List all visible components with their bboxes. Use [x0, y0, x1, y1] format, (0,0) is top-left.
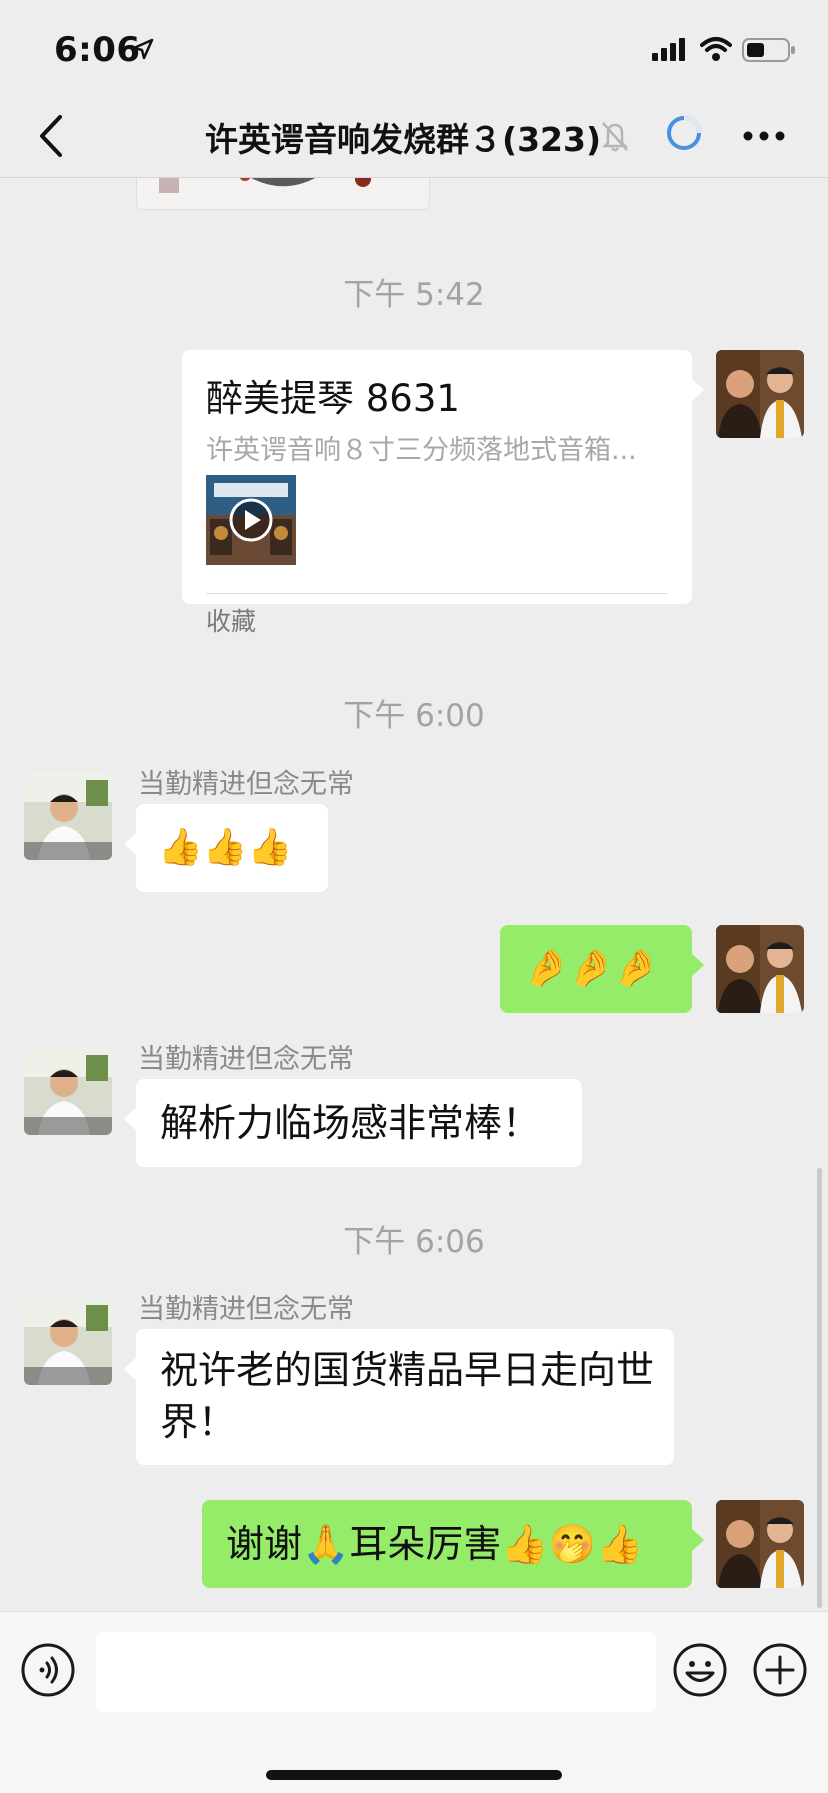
input-bar — [0, 1611, 828, 1793]
message-bubble[interactable]: 👍👍👍 — [124, 804, 328, 892]
shared-favorite-card[interactable]: 醉美提琴 8631 许英谔音响８寸三分频落地式音箱... 收藏 — [182, 350, 704, 636]
message-bubble-outgoing[interactable]: 谢谢🙏耳朵厉害👍🤭👍 — [202, 1500, 704, 1588]
avatar-photo — [716, 1500, 804, 1588]
status-time: 6:06 — [54, 30, 141, 70]
voice-icon — [21, 1643, 75, 1697]
my-avatar[interactable] — [716, 350, 804, 438]
avatar-photo — [24, 1047, 112, 1135]
avatar-photo — [24, 1297, 112, 1385]
loading-spinner-icon — [667, 116, 701, 150]
message-input[interactable] — [96, 1632, 656, 1712]
message-bubble[interactable]: 解析力临场感非常棒！ — [124, 1079, 582, 1167]
cellular-signal-icon — [652, 38, 685, 61]
image-message-partial[interactable] — [136, 178, 430, 210]
message-bubble-outgoing[interactable]: 🤌🤌🤌 — [500, 925, 704, 1013]
card-title: 醉美提琴 8631 — [206, 377, 460, 420]
card-footer: 收藏 — [206, 607, 257, 636]
message-text: 祝许老的国货精品早日走向世界！ — [160, 1348, 655, 1444]
message-bubble[interactable]: 祝许老的国货精品早日走向世界！ — [124, 1329, 674, 1465]
sender-name: 当勤精进但念无常 — [138, 769, 354, 800]
chat-area[interactable]: 下午 5:42 醉美提琴 8631 许英谔音响８寸三分频落地式音箱... 收藏 — [0, 178, 828, 1611]
chevron-left-icon — [40, 115, 62, 157]
card-divider — [206, 593, 668, 594]
message-text: 谢谢🙏耳朵厉害👍🤭👍 — [226, 1522, 644, 1566]
sender-avatar[interactable] — [24, 1297, 112, 1385]
more-dots-icon — [743, 131, 785, 141]
sender-name: 当勤精进但念无常 — [138, 1044, 354, 1075]
muted-bell-icon — [601, 122, 629, 152]
chat-title: 许英谔音响发烧群３(323) — [205, 120, 602, 159]
chat-scrollbar[interactable] — [817, 1168, 822, 1608]
video-thumbnail-image — [206, 475, 296, 565]
message-text: 👍👍👍 — [158, 827, 293, 868]
avatar-photo — [716, 350, 804, 438]
timestamp: 下午 6:06 — [343, 1224, 485, 1260]
sender-avatar[interactable] — [24, 772, 112, 860]
sender-avatar[interactable] — [24, 1047, 112, 1135]
timestamp: 下午 5:42 — [343, 277, 485, 313]
timestamp: 下午 6:00 — [343, 698, 485, 734]
message-text: 解析力临场感非常棒！ — [160, 1101, 541, 1145]
sender-name: 当勤精进但念无常 — [138, 1294, 354, 1325]
location-arrow-icon — [132, 38, 154, 60]
emoji-button[interactable] — [672, 1642, 728, 1702]
my-avatar[interactable] — [716, 1500, 804, 1588]
wifi-icon — [700, 37, 732, 61]
home-indicator[interactable] — [266, 1770, 562, 1780]
avatar-photo — [716, 925, 804, 1013]
back-button[interactable] — [30, 109, 74, 163]
smiley-icon — [673, 1643, 727, 1697]
message-text: 🤌🤌🤌 — [524, 948, 659, 989]
battery-icon — [742, 38, 795, 62]
avatar-photo — [24, 772, 112, 860]
image-thumbnail — [137, 178, 429, 209]
status-bar: 6:06 — [0, 0, 828, 95]
chat-header: 许英谔音响发烧群３(323) — [0, 95, 828, 178]
plus-icon — [753, 1643, 807, 1697]
more-options-button[interactable] — [742, 125, 786, 147]
voice-input-button[interactable] — [20, 1642, 76, 1702]
my-avatar[interactable] — [716, 925, 804, 1013]
more-actions-button[interactable] — [752, 1642, 808, 1702]
card-description: 许英谔音响８寸三分频落地式音箱... — [206, 435, 637, 466]
video-thumbnail[interactable] — [206, 475, 296, 565]
